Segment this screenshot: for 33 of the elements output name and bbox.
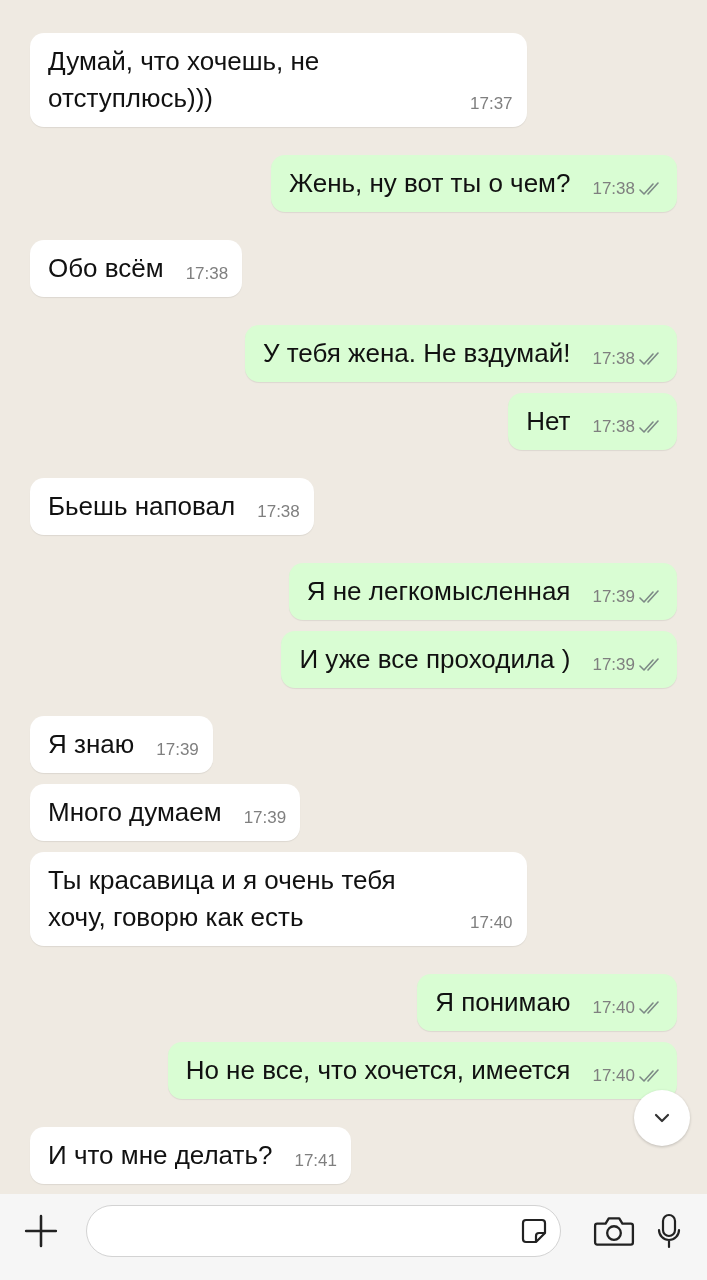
message-time: 17:39 [592, 586, 635, 608]
message-time: 17:41 [294, 1150, 337, 1172]
plus-icon[interactable] [24, 1214, 58, 1248]
message-text: Я знаю [48, 728, 135, 761]
message-text: Я понимаю [435, 986, 571, 1019]
message-time: 17:38 [592, 178, 635, 200]
message-text: У тебя жена. Не вздумай! [262, 337, 571, 370]
camera-icon[interactable] [593, 1214, 635, 1248]
message-time: 17:39 [243, 807, 287, 829]
message-time: 17:38 [592, 348, 635, 370]
message-text: Обо всём [48, 252, 164, 285]
message-input-field[interactable] [86, 1205, 561, 1257]
message-text: Нет [526, 405, 571, 438]
message-text: Я не легкомысленная [306, 575, 571, 608]
microphone-icon[interactable] [657, 1212, 681, 1250]
message-time: 17:38 [257, 501, 300, 523]
message-time: 17:38 [185, 263, 229, 285]
message-time: 17:39 [156, 739, 199, 761]
message-time: 17:40 [592, 997, 635, 1019]
message-text: Много думаем [48, 796, 222, 829]
message-text: Думай, что хочешь, не отступлюсь))) [48, 45, 321, 115]
message-time: 17:40 [470, 912, 513, 934]
message-text: И что мне делать? [48, 1139, 273, 1172]
message-text: Жень, ну вот ты о чем? [289, 167, 571, 200]
message-time: 17:37 [470, 93, 513, 115]
message-time: 17:38 [592, 416, 635, 438]
message-text: Ты красавица и я очень тебя хочу, говорю как есть [48, 864, 397, 934]
message-time: 17:39 [592, 654, 635, 676]
message-text: Но не все, что хочется, имеется [185, 1054, 571, 1087]
message-time: 17:40 [592, 1065, 635, 1087]
message-text: И уже все проходила ) [299, 643, 571, 676]
sticker-icon[interactable] [520, 1217, 548, 1245]
message-text: Бьешь наповал [48, 490, 236, 523]
